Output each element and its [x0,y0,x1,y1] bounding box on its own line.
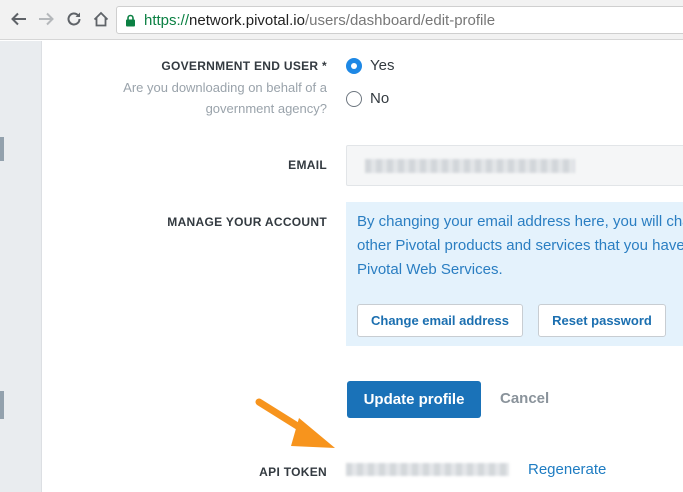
forward-arrow-icon [39,12,54,26]
manage-account-label: MANAGE YOUR ACCOUNT [167,215,327,229]
home-button[interactable] [90,8,112,30]
radio-yes[interactable]: Yes [346,57,394,74]
cancel-button[interactable]: Cancel [500,390,549,407]
forward-button[interactable] [35,8,57,30]
home-icon [93,11,109,27]
radio-no-unselected[interactable] [346,90,362,107]
reload-icon [67,12,81,26]
government-end-user-label: GOVERNMENT END USER * [161,59,327,73]
back-button[interactable] [8,8,30,30]
address-bar[interactable]: https://network.pivotal.io/users/dashboa… [116,6,683,34]
radio-yes-label: Yes [370,57,395,74]
government-end-user-hint: Are you downloading on behalf of a gover… [123,80,327,116]
redacted-token-value [346,463,509,476]
url-path: /users/dashboard/edit-profile [304,12,496,29]
reset-password-button[interactable]: Reset password [538,304,666,337]
info-line: other Pivotal products and services that… [357,237,683,254]
redacted-api-token [346,461,509,479]
regenerate-link[interactable]: Regenerate [528,461,606,478]
annotation-arrow-icon [255,398,335,448]
email-label: EMAIL [288,158,327,172]
back-arrow-icon [11,12,26,26]
sidebar-marker [0,137,4,161]
info-line: Pivotal Web Services. [357,261,503,278]
sidebar-marker [0,391,4,419]
email-field[interactable] [346,145,683,186]
radio-no[interactable]: No [346,90,389,107]
url-scheme: https:// [144,12,190,29]
api-token-label: API TOKEN [259,465,327,479]
manage-account-info-text: By changing your email address here, you… [357,210,683,282]
change-email-button[interactable]: Change email address [357,304,523,337]
reload-button[interactable] [63,8,85,30]
left-sidebar [0,41,42,492]
browser-toolbar: https://network.pivotal.io/users/dashboa… [0,0,683,40]
radio-no-label: No [370,90,390,107]
manage-account-info-box: By changing your email address here, you… [346,202,683,346]
url-host: network.pivotal.io [189,12,305,29]
lock-icon [126,14,135,27]
url-text: https://network.pivotal.io/users/dashboa… [144,12,495,29]
update-profile-button[interactable]: Update profile [347,381,481,418]
redacted-email [365,159,575,173]
radio-yes-selected[interactable] [346,57,362,74]
info-line: By changing your email address here, you… [357,213,683,230]
